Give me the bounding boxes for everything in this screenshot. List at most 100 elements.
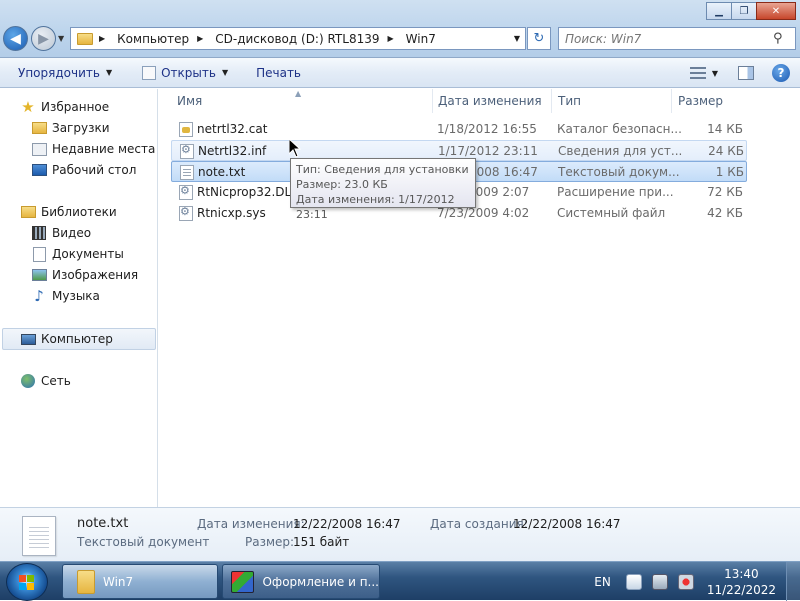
nav-item-favorites[interactable]: ★ Избранное [20,97,109,117]
column-label: Дата изменения [438,94,542,108]
breadcrumb-arrow-icon[interactable]: ▶ [388,34,394,43]
nav-item-libraries[interactable]: Библиотеки [20,202,117,222]
file-size: 14 КБ [707,122,743,136]
nav-item-recent[interactable]: Недавние места [31,139,155,159]
file-name: Netrtl32.inf [198,144,267,158]
personalization-icon [231,570,255,593]
address-bar[interactable]: ▶ Компьютер ▶ CD-дисковод (D:) RTL8139 ▶… [70,27,526,50]
breadcrumb-label: Компьютер [117,31,190,46]
taskbar: Win7 Оформление и п... EN 13:40 11/22/20… [0,561,800,601]
search-icon[interactable]: ⚲ [773,31,783,46]
video-icon [31,225,47,241]
column-divider[interactable] [671,89,672,113]
details-pane: note.txt Текстовый документ Дата изменен… [0,507,800,561]
file-row[interactable]: netrtl32.cat 1/18/2012 16:55 Каталог без… [171,119,747,140]
start-button[interactable] [6,563,48,601]
maximize-button[interactable]: ❐ [731,2,757,20]
file-size: 42 КБ [707,206,743,220]
print-button[interactable]: Печать [238,58,311,87]
breadcrumb-computer[interactable]: Компьютер ▶ [117,32,209,46]
forward-arrow-icon: ▶ [38,30,49,47]
breadcrumb-arrow-icon[interactable]: ▶ [197,34,203,43]
back-button[interactable]: ◀ [3,26,28,51]
organize-button[interactable]: Упорядочить ▼ [0,58,122,87]
language-indicator[interactable]: EN [594,575,611,589]
column-divider[interactable] [432,89,433,113]
search-input[interactable] [559,31,769,46]
star-icon: ★ [21,98,35,116]
details-modified-value: 12/22/2008 16:47 [293,517,401,531]
column-label: Тип [558,94,581,108]
breadcrumb-cd-drive[interactable]: CD-дисковод (D:) RTL8139 ▶ [215,32,399,46]
computer-icon [20,331,36,347]
address-history-dropdown[interactable]: ▼ [509,34,525,43]
recent-pages-dropdown[interactable]: ▼ [58,34,64,43]
search-box[interactable]: ⚲ [558,27,796,50]
column-header-size[interactable]: Размер [678,89,723,113]
nav-item-computer[interactable]: Компьютер [20,329,113,349]
desktop-icon [31,162,47,178]
nav-item-network[interactable]: Сеть [20,371,71,391]
file-date: 1/18/2012 16:55 [437,122,537,136]
forward-button[interactable]: ▶ [31,26,56,51]
help-icon[interactable]: ? [772,64,790,82]
breadcrumb-label: Win7 [405,31,436,46]
clock[interactable]: 13:40 11/22/2022 [707,566,776,598]
window-controls: ▁ ❐ ✕ [706,2,796,20]
file-tooltip: Тип: Сведения для установки Размер: 23.0… [290,158,476,221]
task-label: Win7 [103,574,134,589]
nav-label: Документы [52,247,124,261]
show-desktop-button[interactable] [786,562,800,601]
nav-label: Сеть [41,374,71,388]
file-name: note.txt [198,165,246,179]
refresh-button[interactable]: ↻ [527,27,551,50]
file-type: Каталог безопасн... [557,122,682,136]
file-name: RtNicprop32.DLL [197,185,298,199]
column-header-name[interactable]: Имя [177,89,202,113]
network-status-icon[interactable] [651,573,668,590]
open-button[interactable]: Открыть ▼ [122,58,238,87]
column-divider[interactable] [551,89,552,113]
breadcrumb-label: CD-дисковод (D:) RTL8139 [215,31,380,46]
breadcrumb-win7[interactable]: Win7 [406,32,436,46]
network-icon [20,373,36,389]
nav-item-pictures[interactable]: Изображения [31,265,138,285]
preview-pane-icon[interactable] [738,66,754,80]
organize-label: Упорядочить [18,65,100,80]
nav-item-video[interactable]: Видео [31,223,91,243]
column-header-type[interactable]: Тип [558,89,581,113]
nav-item-desktop[interactable]: Рабочий стол [31,160,136,180]
pictures-icon [31,267,47,283]
breadcrumb-root-arrow[interactable]: ▶ [97,34,111,43]
views-dropdown-icon[interactable]: ▼ [712,69,718,78]
taskbar-item-explorer[interactable]: Win7 [62,564,218,599]
system-file-icon [179,205,193,221]
documents-icon [31,246,47,262]
open-label: Открыть [161,65,216,80]
details-filename: note.txt [77,516,129,531]
nav-label: Недавние места [52,142,156,156]
close-button[interactable]: ✕ [756,2,796,20]
file-type: Сведения для уст... [558,144,683,158]
nav-item-documents[interactable]: Документы [31,244,124,264]
minimize-button[interactable]: ▁ [706,2,732,20]
nav-item-downloads[interactable]: Загрузки [31,118,110,138]
details-created-value: 12/22/2008 16:47 [513,517,621,531]
nav-item-music[interactable]: ♪ Музыка [31,286,100,306]
chevron-down-icon: ▼ [105,68,113,77]
action-center-icon[interactable] [625,573,642,590]
navigation-pane: ★ Избранное Загрузки Недавние места Рабо… [0,89,158,507]
setup-info-icon [180,143,194,159]
volume-muted-icon[interactable] [677,573,694,590]
text-file-icon [180,165,194,180]
views-icon[interactable] [689,67,706,79]
nav-label: Изображения [52,268,139,282]
taskbar-item-personalization[interactable]: Оформление и п... [222,564,380,599]
details-modified-label: Дата изменения: [197,517,305,531]
column-label: Размер [678,94,724,108]
sort-ascending-icon: ▲ [295,89,302,98]
file-type: Текстовый докум... [558,165,680,179]
details-filetype: Текстовый документ [77,535,210,549]
file-type: Расширение при... [557,185,674,199]
column-header-date[interactable]: Дата изменения [438,89,542,113]
